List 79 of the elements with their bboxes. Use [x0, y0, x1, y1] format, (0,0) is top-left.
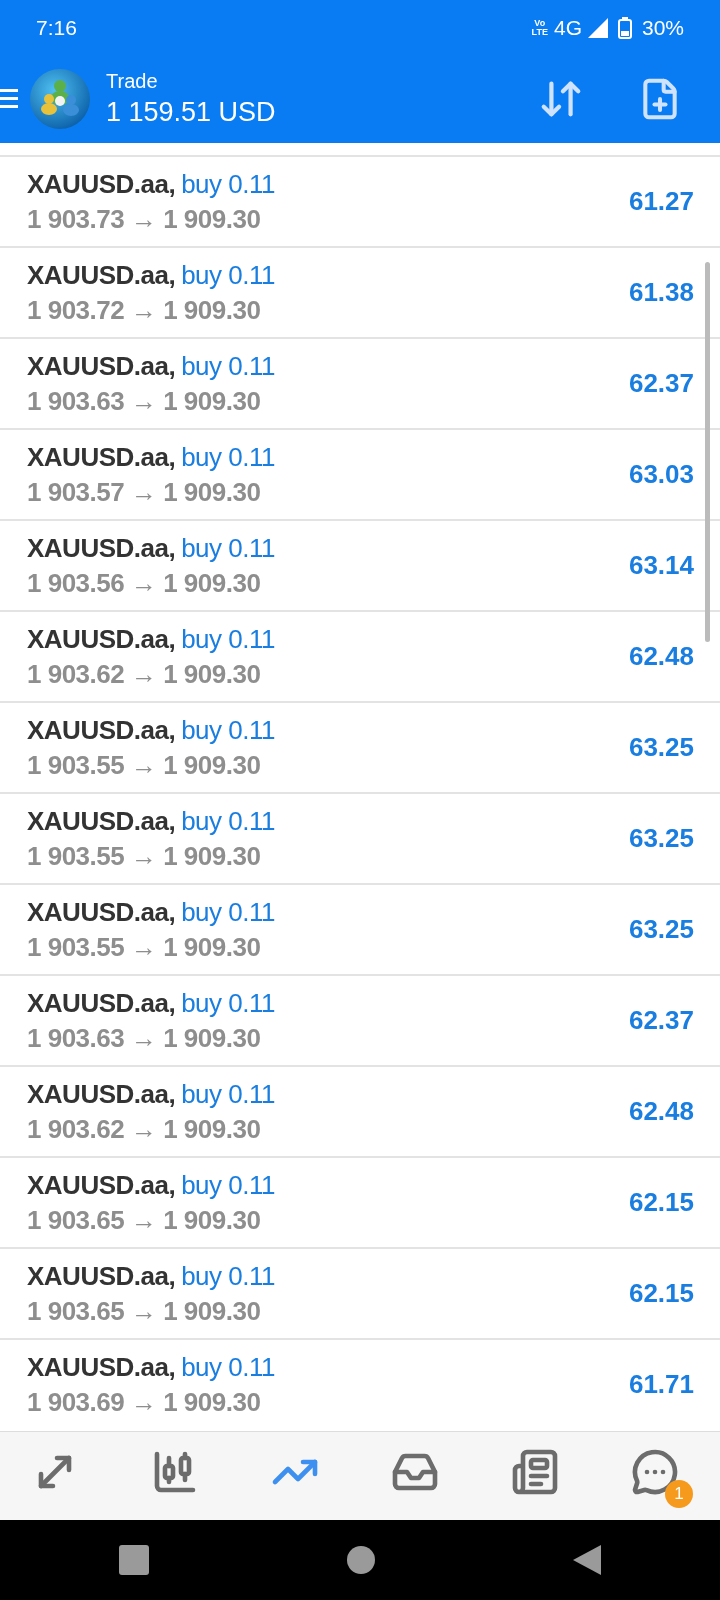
position-profit: 63.25 [628, 823, 694, 854]
position-prices: 1 903.63 → 1 909.30 [27, 1022, 262, 1054]
position-row[interactable]: XAUUSD.aa, buy 0.11 1 903.63 → 1 909.30 62.37 [0, 974, 720, 1065]
position-row[interactable]: XAUUSD.aa, buy 0.11 1 903.55 → 1 909.30 63.25 [0, 701, 720, 792]
position-side: buy 0.11 [181, 623, 275, 655]
position-row[interactable]: XAUUSD.aa, buy 0.11 1 903.62 → 1 909.30 62.48 [0, 1065, 720, 1156]
position-row[interactable]: XAUUSD.aa, buy 0.11 1 903.69 → 1 909.30 61.71 [0, 1338, 720, 1429]
position-side: buy 0.11 [181, 896, 275, 928]
position-side: buy 0.11 [181, 1169, 275, 1201]
notification-badge: 1 [665, 1480, 693, 1508]
position-prices: 1 903.69 → 1 909.30 [27, 1386, 262, 1418]
position-symbol: XAUUSD.aa, [27, 168, 176, 200]
position-prices: 1 903.72 → 1 909.30 [27, 294, 262, 326]
position-prices: 1 903.56 → 1 909.30 [27, 567, 262, 599]
position-prices: 1 903.62 → 1 909.30 [27, 1113, 262, 1145]
position-profit: 62.48 [628, 641, 694, 672]
position-symbol: XAUUSD.aa, [27, 259, 176, 291]
network-label: 4G [553, 15, 582, 40]
battery-percent: 30% [641, 15, 684, 40]
position-profit: 61.71 [628, 1369, 694, 1400]
status-time: 7:16 [36, 15, 78, 40]
position-side: buy 0.11 [181, 1260, 275, 1292]
position-prices: 1 903.55 → 1 909.30 [27, 749, 262, 781]
position-row[interactable]: XAUUSD.aa, buy 0.11 1 903.65 → 1 909.30 62.15 [0, 1247, 720, 1338]
position-side: buy 0.11 [181, 168, 275, 200]
position-symbol: XAUUSD.aa, [27, 532, 176, 564]
position-profit: 61.27 [628, 186, 694, 217]
position-side: buy 0.11 [181, 259, 275, 291]
position-side: buy 0.11 [181, 714, 275, 746]
position-side: buy 0.11 [181, 532, 275, 564]
position-profit: 62.15 [628, 1187, 694, 1218]
position-profit: 62.37 [628, 1005, 694, 1036]
position-profit: 63.03 [628, 459, 694, 490]
position-profit: 63.25 [628, 732, 694, 763]
position-side: buy 0.11 [181, 441, 275, 473]
position-prices: 1 903.62 → 1 909.30 [27, 658, 262, 690]
position-side: buy 0.11 [181, 987, 275, 1019]
position-symbol: XAUUSD.aa, [27, 1078, 176, 1110]
position-symbol: XAUUSD.aa, [27, 350, 176, 382]
position-symbol: XAUUSD.aa, [27, 714, 176, 746]
app-logo-icon [30, 69, 90, 129]
menu-icon[interactable] [0, 88, 18, 110]
position-symbol: XAUUSD.aa, [27, 441, 176, 473]
position-symbol: XAUUSD.aa, [27, 1169, 176, 1201]
position-side: buy 0.11 [181, 805, 275, 837]
position-symbol: XAUUSD.aa, [27, 1351, 176, 1383]
position-profit: 62.37 [628, 368, 694, 399]
position-row[interactable]: XAUUSD.aa, buy 0.11 1 903.55 → 1 909.30 63.25 [0, 792, 720, 883]
screen-title: Trade [106, 70, 159, 93]
position-side: buy 0.11 [181, 1351, 275, 1383]
position-symbol: XAUUSD.aa, [27, 896, 176, 928]
back-icon[interactable] [573, 1545, 601, 1575]
position-prices: 1 903.65 → 1 909.30 [27, 1295, 262, 1327]
position-prices: 1 903.63 → 1 909.30 [27, 385, 262, 417]
home-icon[interactable] [347, 1546, 375, 1574]
position-prices: 1 903.57 → 1 909.30 [27, 476, 262, 508]
position-side: buy 0.11 [181, 350, 275, 382]
position-side: buy 0.11 [181, 1078, 275, 1110]
position-symbol: XAUUSD.aa, [27, 805, 176, 837]
position-prices: 1 903.65 → 1 909.30 [27, 1204, 262, 1236]
position-symbol: XAUUSD.aa, [27, 623, 176, 655]
position-row[interactable]: XAUUSD.aa, buy 0.11 1 903.73 → 1 909.30 61.27 [0, 155, 720, 246]
position-prices: 1 903.55 → 1 909.30 [27, 931, 262, 963]
position-profit: 61.38 [628, 277, 694, 308]
position-profit: 63.14 [628, 550, 694, 581]
newspaper-icon [511, 1448, 559, 1496]
account-balance: 1 159.51 USD [106, 97, 277, 128]
battery-icon [617, 16, 632, 39]
position-row[interactable]: XAUUSD.aa, buy 0.11 1 903.55 → 1 909.30 63.25 [0, 883, 720, 974]
position-prices: 1 903.73 → 1 909.30 [27, 203, 262, 235]
position-row[interactable]: XAUUSD.aa, buy 0.11 1 903.65 → 1 909.30 62.15 [0, 1156, 720, 1247]
position-profit: 63.25 [628, 914, 694, 945]
volte-label: Vo LTE [531, 18, 548, 37]
position-prices: 1 903.55 → 1 909.30 [27, 840, 262, 872]
position-symbol: XAUUSD.aa, [27, 1260, 176, 1292]
position-profit: 62.48 [628, 1096, 694, 1127]
position-profit: 62.15 [628, 1278, 694, 1309]
position-row[interactable]: XAUUSD.aa, buy 0.11 1 903.62 → 1 909.30 62.48 [0, 610, 720, 701]
position-symbol: XAUUSD.aa, [27, 987, 176, 1019]
